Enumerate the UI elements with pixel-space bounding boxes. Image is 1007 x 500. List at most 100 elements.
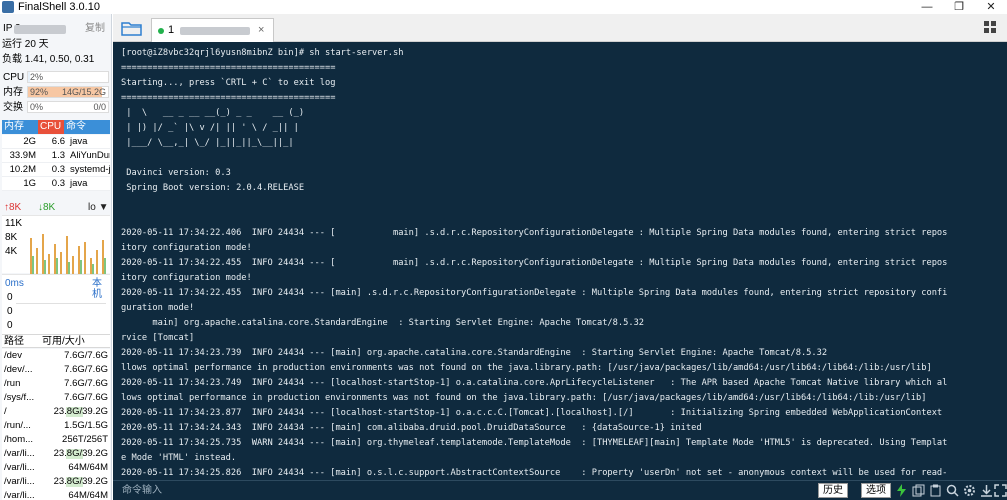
terminal-line: 2020-05-11 17:34:25.735 WARN 24434 --- […	[121, 438, 948, 448]
disk-path: /var/li...	[4, 476, 35, 487]
disk-size: 7.6G/7.6G	[40, 349, 110, 363]
session-tab-bar: 1 ×	[113, 14, 1007, 42]
process-cmd: java	[70, 136, 88, 147]
network-header: ↑8K ↓8K lo ▼	[2, 201, 110, 215]
close-icon[interactable]: ×	[258, 23, 264, 37]
disk-path: /var/li...	[4, 462, 35, 473]
copy-ip-button[interactable]: 复制	[85, 22, 105, 36]
terminal-output[interactable]: [root@iZ8vbc32qrjl6yusn8mibnZ bin]# sh s…	[113, 42, 1007, 480]
process-cmd: AliYunDun	[70, 150, 110, 161]
close-button[interactable]: ✕	[975, 0, 1007, 14]
terminal-line: 2020-05-11 17:34:25.826 INFO 24434 --- […	[121, 468, 948, 478]
sort-by-cpu-tab[interactable]: CPU	[38, 120, 64, 134]
command-input[interactable]: 命令输入	[122, 485, 162, 497]
chevron-down-icon: ▼	[98, 202, 109, 213]
disk-size: 23.8G/39.2G	[40, 447, 110, 461]
disk-table-header: 路径 可用/大小	[2, 334, 110, 348]
mem-meter: 92% 14G/15.2G	[27, 86, 109, 98]
disk-size: 7.6G/7.6G	[40, 363, 110, 377]
minimize-button[interactable]: —	[911, 0, 943, 14]
terminal-line: guration mode!	[121, 303, 195, 313]
window-controls: — ❐ ✕	[911, 0, 1007, 14]
lightning-icon[interactable]	[895, 484, 908, 497]
copy-icon[interactable]	[912, 484, 925, 497]
process-cpu: 0.3	[51, 178, 65, 189]
restore-button[interactable]: ❐	[943, 0, 975, 14]
disk-size-value: 1.5G/1.5G	[64, 420, 108, 431]
system-monitor-sidebar: IP 3 复制 运行 20 天 负载 1.41, 0.50, 0.31 CPU …	[0, 14, 112, 500]
ping-scale: 0	[7, 320, 13, 331]
disk-size-value: 23.8G/39.2G	[53, 448, 108, 459]
swap-detail: 0/0	[93, 102, 106, 112]
cpu-meter: 2%	[27, 71, 109, 83]
mem-percent: 92%	[30, 87, 49, 97]
terminal-line: 2020-05-11 17:34:22.455 INFO 24434 --- […	[121, 258, 948, 268]
download-icon[interactable]	[980, 484, 993, 497]
terminal-line: |___/ \__,_| \_/ |_||_||_\__||_|	[121, 138, 294, 148]
terminal-line: Starting..., press `CRTL + C` to exit lo…	[121, 78, 336, 88]
terminal-line: Davinci version: 0.3	[121, 168, 231, 178]
process-row[interactable]: 10.2M 0.3 systemd-j	[2, 163, 110, 177]
network-traffic-bars	[30, 234, 106, 274]
disk-path: /dev	[4, 350, 22, 361]
process-mem: 10.2M	[9, 164, 36, 175]
title-bar: FinalShell 3.0.10 — ❐ ✕	[0, 0, 1007, 14]
terminal-line: 2020-05-11 17:34:23.749 INFO 24434 --- […	[121, 378, 948, 388]
cpu-label: CPU	[3, 72, 25, 83]
fullscreen-icon[interactable]	[994, 484, 1007, 497]
disk-path: /	[4, 406, 7, 417]
folder-icon[interactable]	[121, 20, 143, 36]
disk-size: 256T/256T	[40, 433, 110, 447]
terminal-line: rvice [Tomcat]	[121, 333, 195, 343]
disk-row: /hom... 256T/256T	[2, 433, 110, 447]
search-icon[interactable]	[946, 484, 959, 497]
sort-by-command-tab[interactable]: 命令	[64, 120, 110, 134]
connected-status-icon	[158, 28, 164, 34]
disk-size: 23.8G/39.2G	[40, 475, 110, 489]
tab-session-1[interactable]: 1 ×	[151, 18, 274, 42]
ip-address-redacted	[14, 25, 66, 34]
terminal-line: e Mode 'HTML' instead.	[121, 453, 237, 463]
process-row[interactable]: 1G 0.3 java	[2, 177, 110, 191]
upload-speed: ↑8K	[4, 202, 22, 213]
history-button[interactable]: 历史	[818, 483, 848, 498]
ping-host[interactable]: 本机	[92, 278, 110, 300]
disk-size: 7.6G/7.6G	[40, 391, 110, 405]
process-cpu: 1.3	[51, 150, 65, 161]
process-row[interactable]: 2G 6.6 java	[2, 135, 110, 149]
disk-row: /var/li... 23.8G/39.2G	[2, 475, 110, 489]
network-graph: 11K 8K 4K	[2, 215, 110, 274]
process-mem: 1G	[23, 178, 36, 189]
disk-row: /dev/... 7.6G/7.6G	[2, 363, 110, 377]
disk-size: 23.8G/39.2G	[40, 405, 110, 419]
terminal-line: 2020-05-11 17:34:23.739 INFO 24434 --- […	[121, 348, 828, 358]
disk-size-value: 7.6G/7.6G	[64, 364, 108, 375]
download-speed: ↓8K	[38, 202, 56, 213]
disk-path-header: 路径	[4, 336, 24, 347]
disk-size: 7.6G/7.6G	[40, 377, 110, 391]
ping-latency: 0ms	[5, 278, 24, 289]
process-mem: 33.9M	[9, 150, 36, 161]
terminal-line: itory configuration mode!	[121, 273, 252, 283]
disk-path: /run/...	[4, 420, 31, 431]
paste-icon[interactable]	[929, 484, 942, 497]
sort-by-memory-tab[interactable]: 内存	[2, 120, 38, 134]
terminal-line: 2020-05-11 17:34:22.406 INFO 24434 --- […	[121, 228, 948, 238]
ping-panel: 0ms 本机 0 0 0	[2, 274, 110, 334]
terminal-line: itory configuration mode!	[121, 243, 252, 253]
upload-value: 8K	[9, 202, 22, 213]
disk-path: /var/li...	[4, 490, 35, 500]
disk-size-value: 64M/64M	[68, 462, 108, 473]
disk-size: 64M/64M	[40, 461, 110, 475]
process-row[interactable]: 33.9M 1.3 AliYunDun	[2, 149, 110, 163]
disk-size-value: 23.8G/39.2G	[53, 406, 108, 417]
disk-size-value: 7.6G/7.6G	[64, 378, 108, 389]
disk-path: /hom...	[4, 434, 34, 445]
disk-row: /run 7.6G/7.6G	[2, 377, 110, 391]
grid-layout-icon[interactable]	[983, 20, 997, 34]
network-interface-select[interactable]: lo ▼	[88, 201, 108, 215]
gear-icon[interactable]	[963, 484, 976, 497]
disk-path: /dev/...	[4, 364, 33, 375]
load-text: 负载 1.41, 0.50, 0.31	[2, 54, 95, 65]
options-button[interactable]: 选项	[861, 483, 891, 498]
